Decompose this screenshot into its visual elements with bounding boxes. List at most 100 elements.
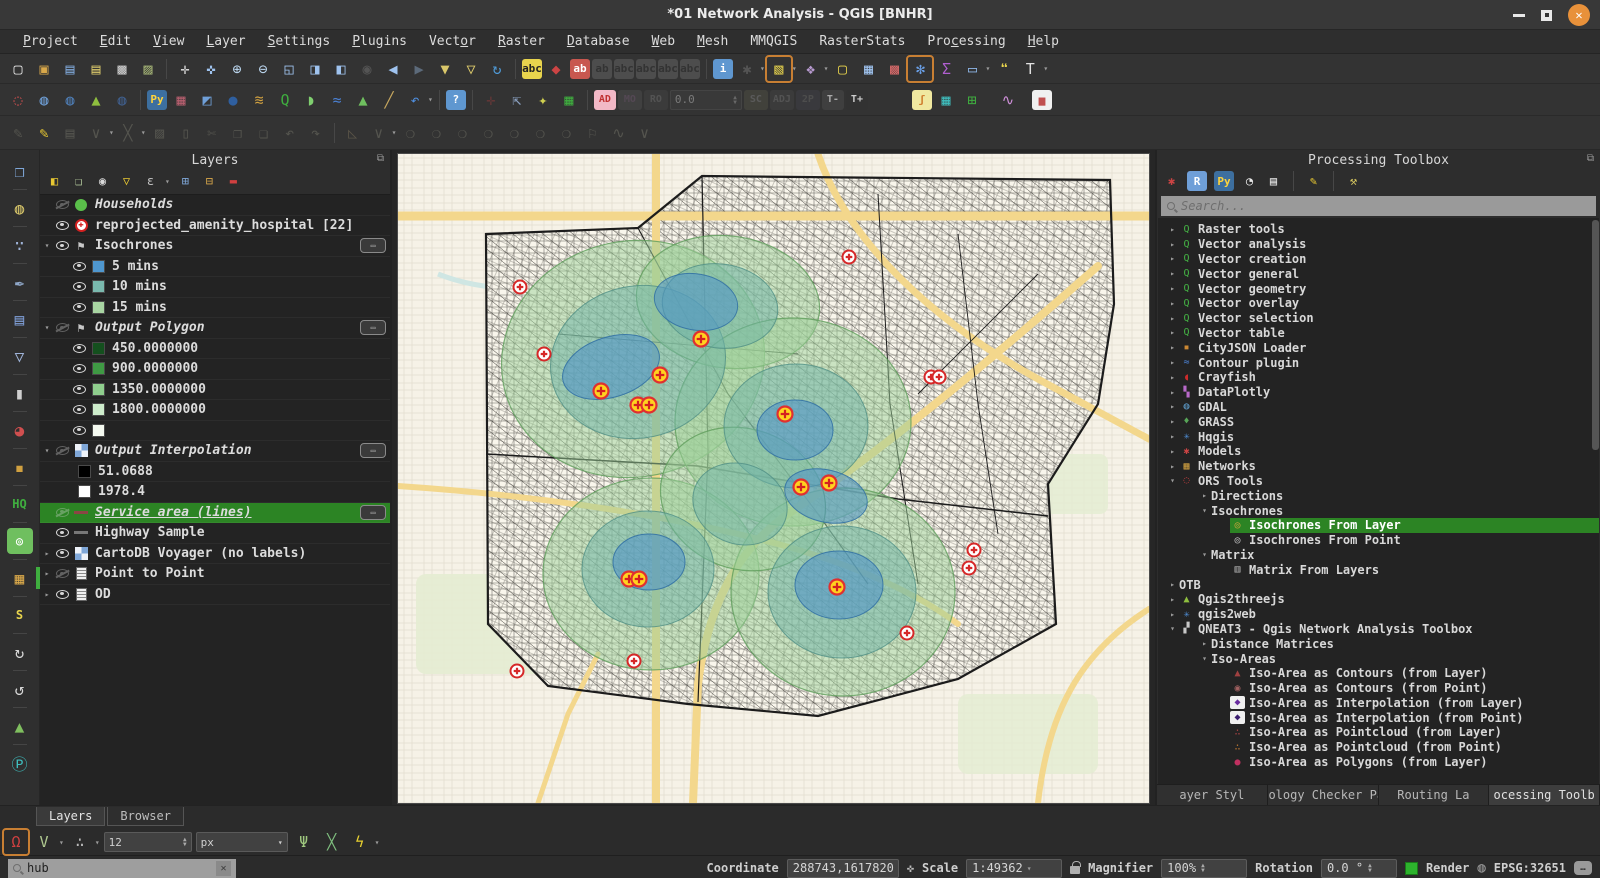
python-console-icon[interactable]: Py xyxy=(147,90,167,110)
snap-mode-icon[interactable]: ∴ xyxy=(68,830,92,854)
render-checkbox[interactable] xyxy=(1405,862,1418,875)
algorithm-item[interactable]: ▸QRaster tools xyxy=(1158,222,1599,237)
snapping-extra-icon[interactable]: ϟ xyxy=(348,830,372,854)
layer-row[interactable]: 15 mins xyxy=(40,298,390,319)
attribute-grid-icon[interactable]: ▦ xyxy=(169,88,193,112)
manage-map-themes-icon[interactable]: ◉ xyxy=(94,173,111,190)
menu-web[interactable]: Web xyxy=(643,32,684,51)
topological-editing-icon[interactable]: Ψ xyxy=(292,830,316,854)
contour-plugin-icon[interactable]: ≈ xyxy=(325,88,349,112)
expander-icon[interactable]: ▸ xyxy=(1166,447,1179,456)
menu-mmqgis[interactable]: MMQGIS xyxy=(741,32,806,51)
move-feature-icon-dropdown[interactable]: ▾ xyxy=(392,128,397,137)
layer-row[interactable]: 450.0000000 xyxy=(40,339,390,360)
clear-search-icon[interactable]: ✕ xyxy=(216,861,231,876)
processing-history-icon[interactable]: ◌ xyxy=(6,88,30,112)
open-attribute-table-icon[interactable]: ▦ xyxy=(856,57,880,81)
table-add-icon[interactable]: ⊞ xyxy=(960,88,984,112)
expander-icon[interactable]: ▾ xyxy=(1198,550,1211,559)
zoom-out-icon[interactable]: ⊖ xyxy=(251,57,275,81)
menu-settings[interactable]: Settings xyxy=(259,32,340,51)
expander-icon[interactable]: ▸ xyxy=(40,569,54,578)
layer-filter-badge[interactable]: ▭ xyxy=(360,505,386,520)
processing-search-input[interactable]: Search... xyxy=(1161,196,1596,216)
bnhr-plugin-icon[interactable]: ◕ xyxy=(7,417,33,443)
dock-tab-browser[interactable]: Browser xyxy=(107,807,184,826)
expander-icon[interactable]: ▾ xyxy=(1166,624,1179,633)
minimize-button[interactable] xyxy=(1513,14,1525,17)
metasearch-icon[interactable]: ◍ xyxy=(58,88,82,112)
save-project-icon[interactable]: ▤ xyxy=(58,57,82,81)
algorithm-item[interactable]: ◆Iso-Area as Interpolation (from Layer) xyxy=(1158,696,1599,711)
layer-row[interactable]: 1350.0000000 xyxy=(40,380,390,401)
text-annotation-icon[interactable]: T xyxy=(1018,57,1042,81)
visibility-eye-icon[interactable] xyxy=(73,303,86,312)
snap-mode-icon-dropdown[interactable]: ▾ xyxy=(95,838,100,847)
layer-row[interactable]: ▾Output Interpolation▭ xyxy=(40,441,390,462)
algorithm-item[interactable]: ▾Iso-Areas xyxy=(1158,651,1599,666)
zoom-full-icon[interactable]: ◱ xyxy=(277,57,301,81)
new-print-layout-icon[interactable]: ▩ xyxy=(110,57,134,81)
algorithm-item[interactable]: ◎Isochrones From Point xyxy=(1158,533,1599,548)
layer-row[interactable]: Households xyxy=(40,195,390,216)
layout-manager-icon[interactable]: ▨ xyxy=(136,57,160,81)
visibility-eye-icon[interactable] xyxy=(56,508,69,517)
expander-icon[interactable]: ▸ xyxy=(1198,491,1211,500)
filter-by-expression-icon-dropdown[interactable]: ▾ xyxy=(165,177,170,186)
expander-icon[interactable]: ▸ xyxy=(1166,580,1179,589)
filter-legend-icon[interactable]: ▽ xyxy=(118,173,135,190)
new-virtual-layer-icon[interactable]: ▤ xyxy=(7,306,33,332)
expander-icon[interactable]: ▸ xyxy=(1166,269,1179,278)
move-label-icon[interactable]: ⇱ xyxy=(505,88,529,112)
expander-icon[interactable]: ▸ xyxy=(1166,343,1179,352)
expander-icon[interactable]: ▸ xyxy=(1166,314,1179,323)
expander-icon[interactable]: ▸ xyxy=(1198,639,1211,648)
layer-row[interactable]: ▸CartoDB Voyager (no labels) xyxy=(40,544,390,565)
menu-layer[interactable]: Layer xyxy=(197,32,254,51)
expander-icon[interactable]: ▸ xyxy=(1166,610,1179,619)
snap-type-icon[interactable]: V xyxy=(32,830,56,854)
vertex-marker-icon[interactable]: ✦ xyxy=(531,88,555,112)
scrollbar[interactable] xyxy=(1592,220,1599,450)
menu-edit[interactable]: Edit xyxy=(91,32,140,51)
layer-row[interactable]: 1800.0000000 xyxy=(40,400,390,421)
visibility-eye-icon[interactable] xyxy=(56,590,69,599)
algorithm-item[interactable]: ▸✳qgis2web xyxy=(1158,607,1599,622)
algorithm-item[interactable]: ▲Iso-Area as Contours (from Layer) xyxy=(1158,666,1599,681)
algorithm-item[interactable]: ◆Iso-Area as Interpolation (from Point) xyxy=(1158,710,1599,725)
snapping-toggle-icon[interactable]: Ω xyxy=(4,830,28,854)
undo-nav-icon-dropdown[interactable]: ▾ xyxy=(428,95,433,104)
expander-icon[interactable]: ▾ xyxy=(40,446,54,455)
new-shapefile-layer-icon[interactable]: ∵ xyxy=(7,232,33,258)
menu-vector[interactable]: Vector xyxy=(420,32,485,51)
visibility-eye-icon[interactable] xyxy=(73,426,86,435)
show-bookmarks-icon[interactable]: ▽ xyxy=(459,57,483,81)
zoom-to-selection-icon[interactable]: ◨ xyxy=(303,57,327,81)
algorithm-item[interactable]: ▸QVector table xyxy=(1158,326,1599,341)
snap-intersection-icon[interactable]: ╳ xyxy=(320,830,344,854)
layer-filter-badge[interactable]: ▭ xyxy=(360,320,386,335)
new-geopackage-layer-icon[interactable]: ◍ xyxy=(7,195,33,221)
layer-row[interactable]: Service area (lines)▭ xyxy=(40,503,390,524)
refresh-cw-icon[interactable]: ↻ xyxy=(7,639,33,665)
layer-row[interactable]: 5 mins xyxy=(40,257,390,278)
add-geopackage-icon[interactable]: ◍ xyxy=(32,88,56,112)
search-globe-icon[interactable]: ◍ xyxy=(110,88,134,112)
digitize-with-segment-icon-dropdown[interactable]: ▾ xyxy=(109,128,114,137)
layer-row[interactable]: ▾⚑Output Polygon▭ xyxy=(40,318,390,339)
field-calculator-icon[interactable]: ▩ xyxy=(882,57,906,81)
lock-scale-icon[interactable] xyxy=(1070,866,1080,874)
visibility-eye-icon[interactable] xyxy=(56,323,69,332)
algorithm-item[interactable]: ▸✳Hqgis xyxy=(1158,429,1599,444)
expander-icon[interactable]: ▾ xyxy=(40,241,54,250)
new-bookmark-icon[interactable]: ▼ xyxy=(433,57,457,81)
label-pin-icon[interactable]: ◆ xyxy=(544,57,568,81)
algorithm-item[interactable]: ▸QVector analysis xyxy=(1158,237,1599,252)
expand-all-icon[interactable]: ⊞ xyxy=(177,173,194,190)
statistics-summary-icon[interactable]: Σ xyxy=(934,57,958,81)
help-contents-icon[interactable]: ? xyxy=(446,90,466,110)
layer-row[interactable]: ▾⚑Isochrones▭ xyxy=(40,236,390,257)
algorithm-item[interactable]: ∴Iso-Area as Pointcloud (from Layer) xyxy=(1158,725,1599,740)
models-icon[interactable]: ✱ xyxy=(1163,173,1180,190)
select-features-icon[interactable]: ▧ xyxy=(767,57,791,81)
